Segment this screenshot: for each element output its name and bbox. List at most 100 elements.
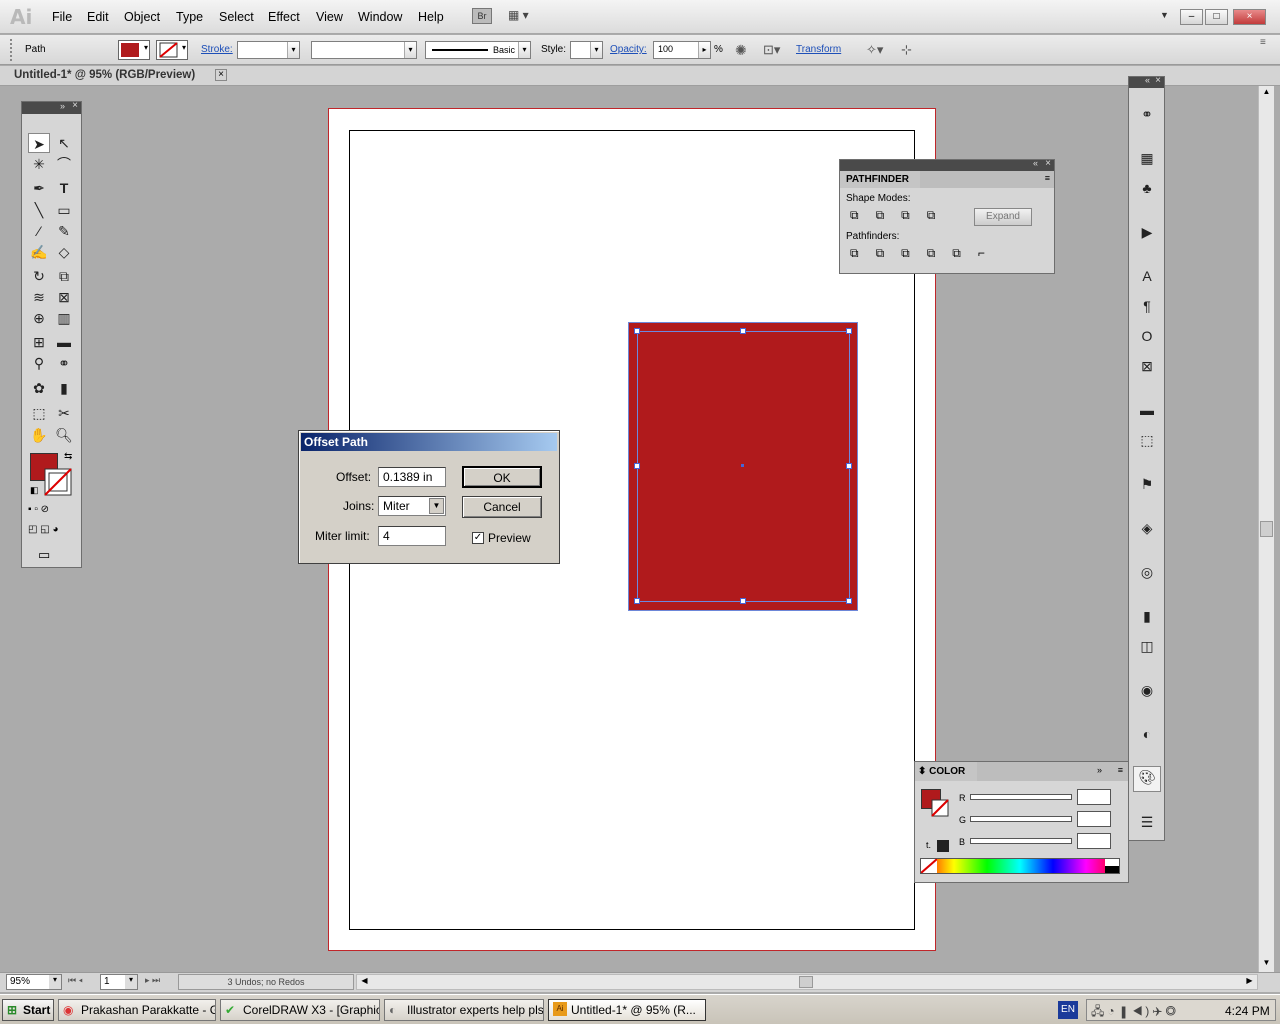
graphic-styles-panel-icon[interactable]: ◐ [1136, 724, 1158, 744]
minimize-button[interactable]: – [1180, 9, 1203, 25]
bridge-button[interactable]: Br [472, 8, 492, 24]
expand-button[interactable]: Expand [974, 208, 1032, 226]
pathfinder-tab[interactable]: PATHFINDER [840, 171, 920, 188]
selection-tool-icon[interactable]: ➤ [28, 133, 50, 153]
opentype-panel-icon[interactable]: O [1136, 326, 1158, 346]
select-similar-icon[interactable]: ⊹ [901, 42, 912, 58]
navigator-panel-icon[interactable]: ⊠ [1136, 356, 1158, 376]
brushes-panel-icon[interactable]: ☰ [1136, 812, 1158, 832]
menu-select[interactable]: Select [219, 10, 254, 24]
close-button[interactable]: × [1233, 9, 1266, 25]
type-tool-icon[interactable]: T [53, 178, 75, 198]
color-spectrum-bar[interactable] [920, 858, 1120, 874]
out-of-gamut-icon[interactable]: t. [926, 840, 931, 850]
handle-bottom-right[interactable] [846, 598, 852, 604]
opacity-field[interactable]: 100 ▸ [653, 41, 711, 59]
handle-top-right[interactable] [846, 328, 852, 334]
collapse-icon[interactable]: » [1097, 765, 1102, 775]
dialog-title[interactable]: Offset Path [301, 433, 557, 451]
ok-button[interactable]: OK [462, 466, 542, 488]
first-artboard-icon[interactable]: ⏮ ◂ [68, 975, 83, 986]
start-button[interactable]: ⊞ Start [2, 999, 54, 1021]
collapse-icon[interactable]: « [1145, 75, 1150, 85]
handle-bottom-middle[interactable] [740, 598, 746, 604]
pathfinder-panel-header[interactable]: « × [840, 158, 1054, 171]
collapse-icon[interactable]: « [1033, 158, 1038, 168]
restore-button[interactable]: □ [1205, 9, 1228, 25]
channel-r-field[interactable] [1077, 789, 1111, 805]
paintbrush-tool-icon[interactable]: ⁄ [28, 221, 50, 241]
align-panel-icon[interactable]: ▬ [1136, 400, 1158, 420]
stroke-link[interactable]: Stroke: [201, 44, 233, 55]
brush-definition-dropdown[interactable]: Basic ▾ [425, 41, 531, 59]
menu-view[interactable]: View [316, 10, 343, 24]
panel-close-icon[interactable]: × [1155, 75, 1161, 86]
pathfinder-panel-icon[interactable]: ⚑ [1136, 474, 1158, 494]
taskbar-item-illustrator[interactable]: Ai Untitled-1* @ 95% (R... [548, 999, 706, 1021]
handle-top-left[interactable] [634, 328, 640, 334]
document-close-icon[interactable]: × [215, 69, 227, 81]
panel-menu-icon[interactable]: ≡ [1045, 173, 1050, 183]
document-tab-title[interactable]: Untitled-1* @ 95% (RGB/Preview) [14, 69, 195, 81]
gradient-tool-icon[interactable]: ▬ [53, 332, 75, 352]
hand-tool-icon[interactable]: ✋ [28, 425, 50, 445]
mesh-tool-icon[interactable]: ⊞ [28, 332, 50, 352]
cancel-button[interactable]: Cancel [462, 496, 542, 518]
eyedropper-tool-icon[interactable]: ⚲ [28, 353, 50, 373]
stroke-swatch[interactable]: ▾ [156, 40, 188, 60]
panel-menu-icon[interactable]: ≡ [1118, 765, 1123, 775]
tools-panel-header[interactable]: » × [22, 100, 81, 114]
menu-edit[interactable]: Edit [87, 10, 109, 24]
transform-panel-icon[interactable]: ⬚ [1136, 430, 1158, 450]
panel-menu-icon[interactable]: ≡ [1260, 37, 1266, 48]
pencil-tool-icon[interactable]: ✎ [53, 221, 75, 241]
eraser-tool-icon[interactable]: ◇ [53, 242, 75, 262]
handle-middle-left[interactable] [634, 463, 640, 469]
shape-builder-tool-icon[interactable]: ⊕ [28, 308, 50, 328]
transparency-panel-icon[interactable]: ◫ [1136, 636, 1158, 656]
zoom-tool-icon[interactable]: 🔍︎ [53, 425, 75, 445]
channel-g-field[interactable] [1077, 811, 1111, 827]
artboard-tool-icon[interactable]: ⬚ [28, 403, 50, 423]
scroll-right-icon[interactable]: ▶ [1243, 976, 1256, 988]
menu-help[interactable]: Help [418, 10, 444, 24]
collapse-icon[interactable]: » [60, 101, 65, 111]
lasso-tool-icon[interactable]: ⌒ [53, 154, 75, 174]
stroke-panel-icon[interactable]: ◉ [1136, 680, 1158, 700]
taskbar-item-chrome[interactable]: ◉ Prakashan Parakkatte - G... [58, 999, 216, 1021]
channel-b-field[interactable] [1077, 833, 1111, 849]
line-tool-icon[interactable]: ╲ [28, 200, 50, 220]
transform-link[interactable]: Transform [796, 44, 841, 55]
blend-tool-icon[interactable]: ⚭ [53, 353, 75, 373]
style-dropdown[interactable]: ▾ [570, 41, 603, 59]
handle-top-middle[interactable] [740, 328, 746, 334]
artboard-number-field[interactable]: 1 ▾ [100, 974, 138, 990]
panel-close-icon[interactable]: × [1045, 158, 1051, 169]
channel-r-slider[interactable] [970, 794, 1072, 800]
workspace-switcher-icon[interactable]: ▦ ▾ [508, 8, 540, 24]
vertical-scroll-thumb[interactable] [1260, 521, 1273, 537]
taskbar-item-browser[interactable]: ◐ Illustrator experts help pls |... [384, 999, 544, 1021]
graph-tool-icon[interactable]: ▮ [53, 378, 75, 398]
color-panel-icon[interactable]: 🎨︎ [1133, 766, 1161, 792]
scroll-left-icon[interactable]: ◀ [358, 976, 371, 988]
perspective-grid-tool-icon[interactable]: ▥ [53, 308, 75, 328]
handle-bottom-left[interactable] [634, 598, 640, 604]
slice-tool-icon[interactable]: ✂ [53, 403, 75, 423]
offset-field[interactable]: 0.1389 in [378, 467, 446, 487]
scroll-down-icon[interactable]: ▼ [1260, 958, 1273, 971]
direct-selection-tool-icon[interactable]: ↖ [53, 133, 75, 153]
recolor-icon[interactable]: ✺ [735, 42, 747, 59]
next-artboard-icon[interactable]: ▸ ⏭ [145, 975, 160, 986]
screen-mode-icon[interactable]: ▭ [38, 547, 50, 563]
taskbar-item-coreldraw[interactable]: ✔ CorelDRAW X3 - [Graphic1] [220, 999, 380, 1021]
horizontal-scrollbar[interactable]: ◀ ▶ [356, 974, 1258, 990]
zoom-field[interactable]: 95% ▾ [6, 974, 62, 990]
pen-tool-icon[interactable]: ✒ [28, 178, 50, 198]
web-safe-swatch[interactable] [937, 840, 949, 852]
menu-object[interactable]: Object [124, 10, 160, 24]
swap-colors-icon[interactable]: ⇆ [64, 451, 72, 462]
stroke-color-box[interactable] [44, 468, 72, 496]
panel-close-icon[interactable]: × [72, 100, 78, 111]
menu-type[interactable]: Type [176, 10, 203, 24]
